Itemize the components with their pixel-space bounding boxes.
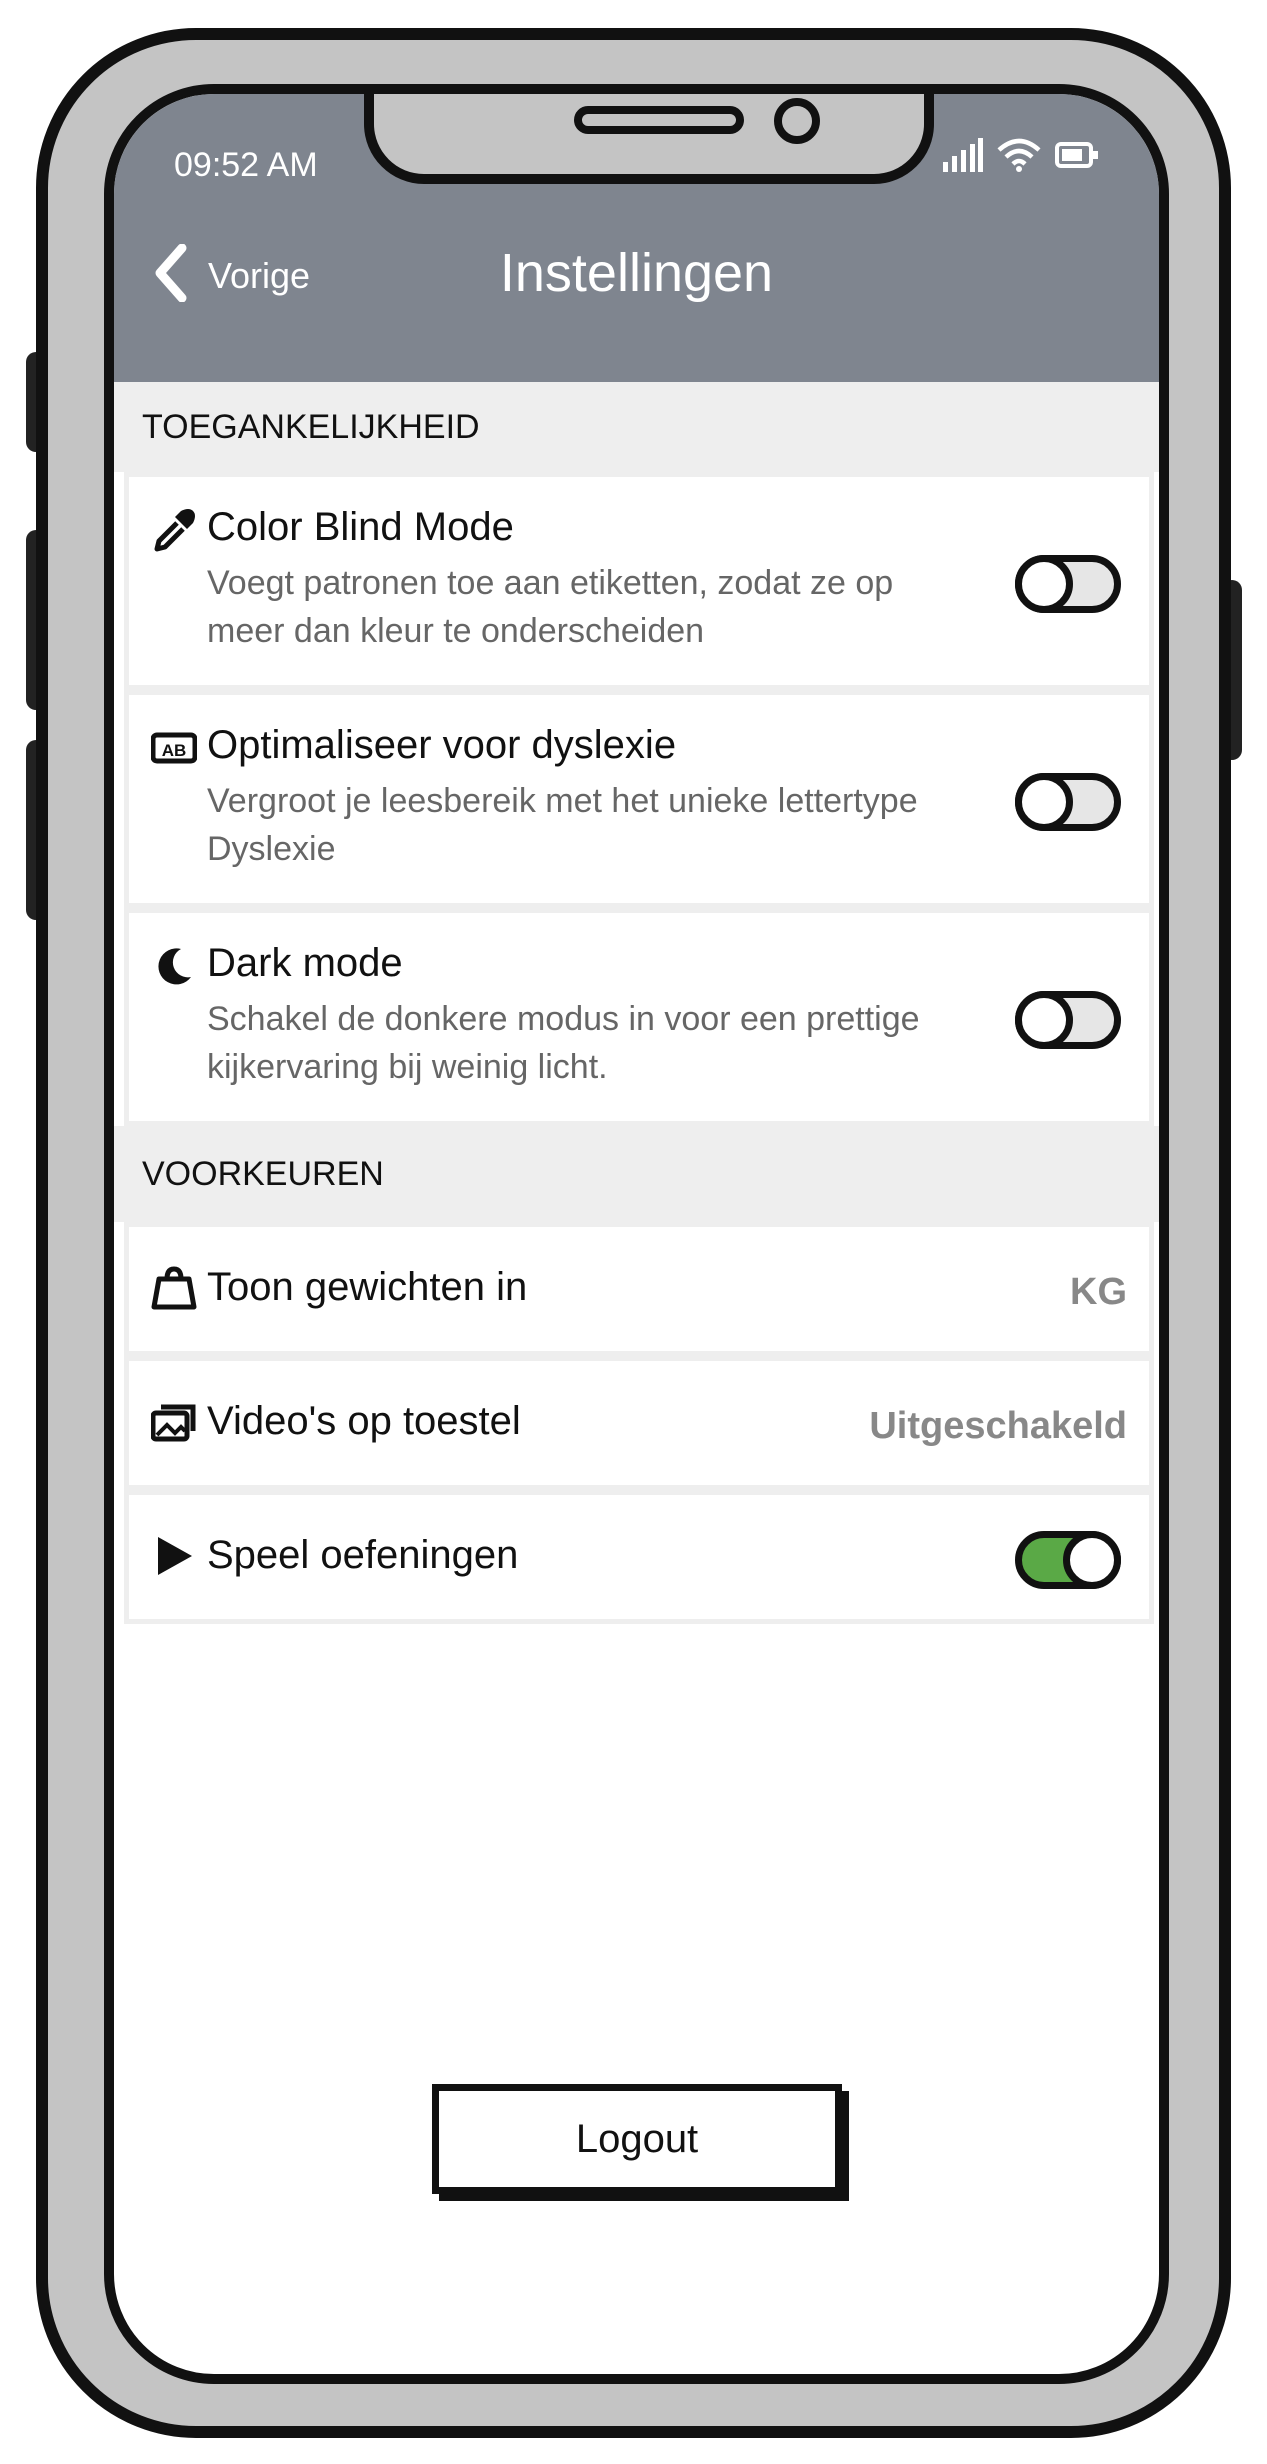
setting-title: Dark mode (207, 941, 403, 985)
speaker-grille (574, 106, 744, 134)
logout-button[interactable]: Logout (432, 2084, 842, 2194)
setting-play-exercises: Speel oefeningen (124, 1490, 1154, 1624)
page-title: Instellingen (499, 243, 774, 303)
setting-description: Vergroot je leesbereik met het unieke le… (207, 782, 918, 868)
setting-title: Speel oefeningen (207, 1533, 519, 1577)
setting-color-blind-mode: Color Blind Mode Voegt patronen toe aan … (124, 472, 1154, 690)
setting-description: Voegt patronen toe aan etiketten, zodat … (207, 564, 894, 650)
setting-dyslexia: AB Optimaliseer voor dyslexie Vergroot j… (124, 690, 1154, 908)
weight-unit-value: KG (1070, 1271, 1127, 1313)
phone-screen: 09:52 AM Vorige Instellingen TOEGANKELIJ… (104, 84, 1169, 2384)
wifi-icon (997, 138, 1041, 177)
phone-notch (364, 94, 934, 184)
setting-title: Toon gewichten in (207, 1265, 528, 1309)
app-header: 09:52 AM Vorige Instellingen (114, 94, 1159, 382)
dyslexia-toggle[interactable] (1015, 773, 1121, 831)
setting-offline-videos[interactable]: Video's op toestel Uitgeschakeld (124, 1356, 1154, 1490)
signal-icon (941, 138, 983, 177)
status-time: 09:52 AM (174, 146, 318, 184)
toggle-knob (1015, 773, 1073, 831)
status-icons (941, 138, 1099, 177)
weight-icon (151, 1265, 197, 1311)
dyslexia-ab-icon: AB (151, 725, 197, 771)
svg-text:AB: AB (162, 741, 187, 760)
setting-description: Schakel de donkere modus in voor een pre… (207, 1000, 920, 1086)
toggle-knob (1015, 555, 1073, 613)
video-icon (151, 1399, 197, 1445)
toggle-knob (1015, 991, 1073, 1049)
section-header-accessibility: TOEGANKELIJKHEID (114, 382, 1159, 472)
setting-title: Optimaliseer voor dyslexie (207, 723, 677, 767)
offline-videos-value: Uitgeschakeld (869, 1405, 1127, 1447)
toggle-knob (1063, 1531, 1121, 1589)
section-header-preferences: VOORKEUREN (114, 1126, 1159, 1222)
setting-title: Color Blind Mode (207, 505, 514, 549)
setting-title: Video's op toestel (207, 1399, 521, 1443)
setting-dark-mode: Dark mode Schakel de donkere modus in vo… (124, 908, 1154, 1126)
eyedropper-icon (151, 507, 197, 553)
moon-icon (151, 943, 197, 989)
dark-mode-toggle[interactable] (1015, 991, 1121, 1049)
play-exercises-toggle[interactable] (1015, 1531, 1121, 1589)
color-blind-mode-toggle[interactable] (1015, 555, 1121, 613)
play-icon (151, 1533, 197, 1579)
setting-weight-unit[interactable]: Toon gewichten in KG (124, 1222, 1154, 1356)
battery-icon (1055, 142, 1099, 173)
front-camera (774, 98, 820, 144)
